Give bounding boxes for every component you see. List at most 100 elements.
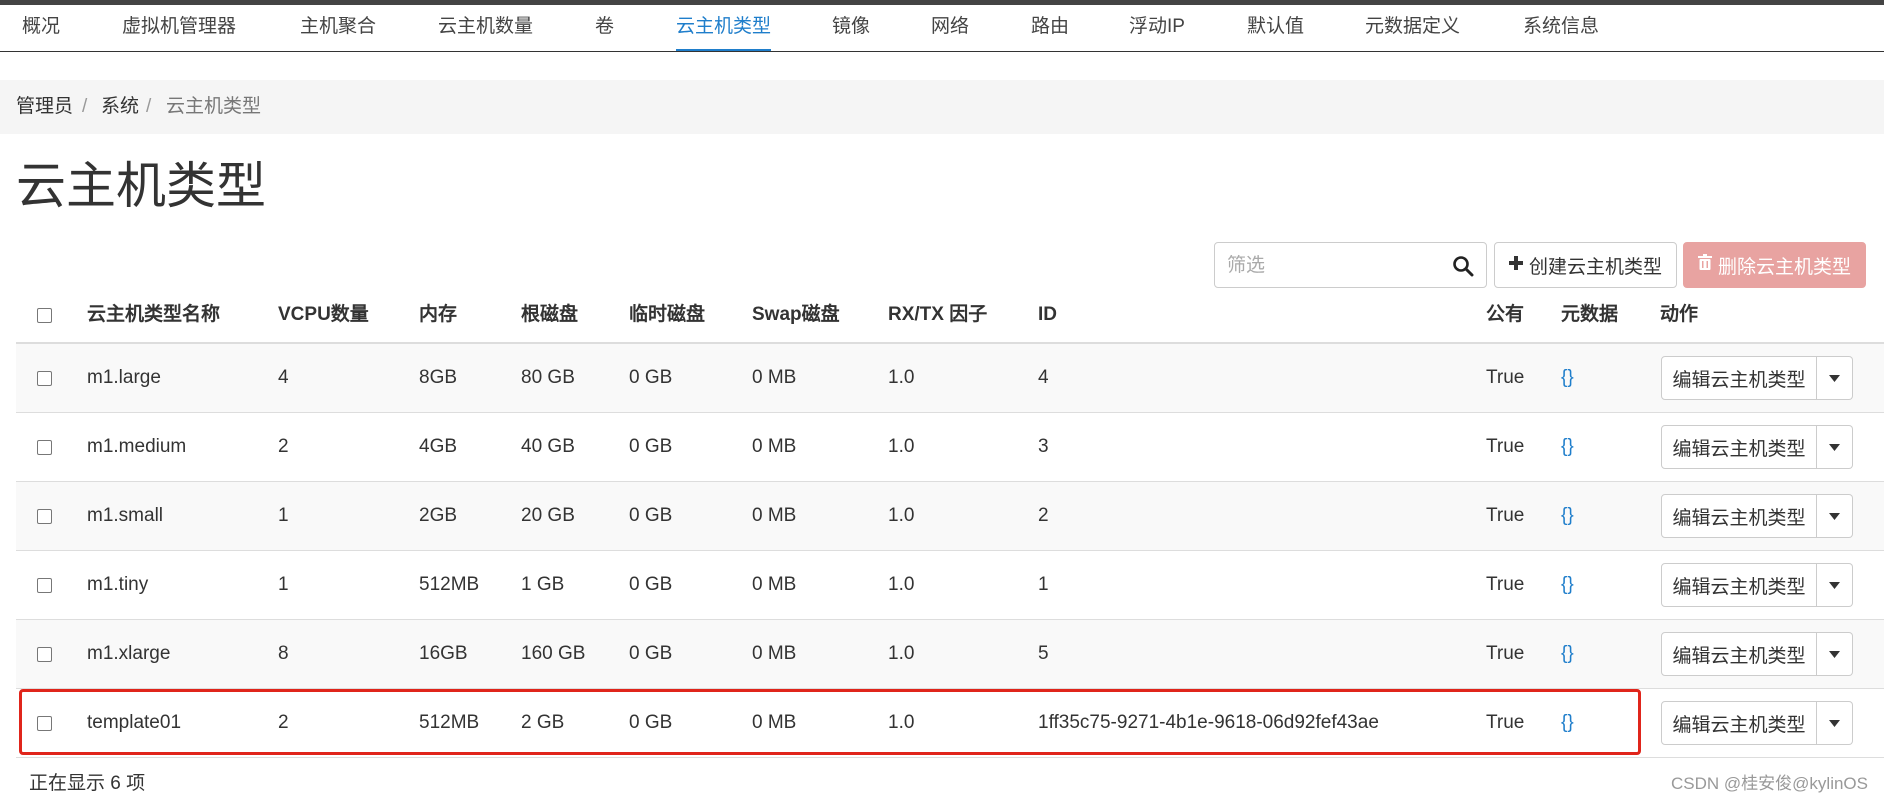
flavor-ram: 2GB [419,505,458,526]
flavor-rxtx: 1.0 [888,643,915,664]
table-row: m1.medium 2 4GB 40 GB 0 GB 0 MB 1.0 3 Tr… [16,413,1884,482]
flavor-ephemeral-disk: 0 GB [629,643,673,664]
admin-nav-tabs: 概况 虚拟机管理器 主机聚合 云主机数量 卷 云主机类型 镜像 网络 路由 浮动… [0,5,1884,52]
col-header-swap-disk[interactable]: Swap磁盘 [752,296,840,334]
tab-volumes[interactable]: 卷 [595,5,614,51]
delete-flavors-button[interactable]: 删除云主机类型 [1683,242,1866,288]
row-actions-dropdown[interactable] [1817,425,1853,469]
row-checkbox[interactable] [37,509,52,524]
tab-instances[interactable]: 云主机数量 [438,5,533,51]
select-all-checkbox[interactable] [37,308,52,323]
search-icon[interactable] [1452,255,1474,277]
create-flavor-button[interactable]: 创建云主机类型 [1494,242,1677,288]
breadcrumb-system[interactable]: 系统 [101,80,139,134]
flavor-rxtx: 1.0 [888,712,915,733]
edit-flavor-button[interactable]: 编辑云主机类型 [1661,632,1817,676]
flavor-name: m1.small [87,505,164,526]
flavor-ram: 512MB [419,712,480,733]
flavor-vcpus: 1 [278,505,289,526]
col-header-name[interactable]: 云主机类型名称 [87,296,220,334]
flavor-metadata-link[interactable]: {} [1561,482,1574,550]
flavor-metadata-link[interactable]: {} [1561,689,1574,757]
flavor-id: 3 [1038,436,1049,457]
flavor-ephemeral-disk: 0 GB [629,436,673,457]
row-checkbox[interactable] [37,647,52,662]
flavor-swap-disk: 0 MB [752,436,797,457]
row-actions-dropdown[interactable] [1817,563,1853,607]
flavor-id: 1ff35c75-9271-4b1e-9618-06d92fef43ae [1038,712,1379,733]
tab-host-aggregates[interactable]: 主机聚合 [300,5,376,51]
col-header-ram[interactable]: 内存 [419,296,457,334]
flavor-root-disk: 20 GB [521,505,575,526]
row-actions-dropdown[interactable] [1817,356,1853,400]
flavor-metadata-link[interactable]: {} [1561,344,1574,412]
col-header-vcpus[interactable]: VCPU数量 [278,296,369,334]
breadcrumb-current: 云主机类型 [166,96,262,117]
table-row: template01 2 512MB 2 GB 0 GB 0 MB 1.0 1f… [16,689,1884,758]
edit-flavor-button[interactable]: 编辑云主机类型 [1661,356,1817,400]
plus-icon [1508,254,1523,276]
flavor-metadata-link[interactable]: {} [1561,551,1574,619]
tab-metadata-definitions[interactable]: 元数据定义 [1365,5,1460,51]
flavor-metadata-link[interactable]: {} [1561,413,1574,481]
flavor-public: True [1486,436,1525,457]
tab-networks[interactable]: 网络 [931,5,969,51]
flavor-rxtx: 1.0 [888,436,915,457]
edit-flavor-button[interactable]: 编辑云主机类型 [1661,701,1817,745]
tab-floating-ips[interactable]: 浮动IP [1129,5,1185,51]
flavor-name: m1.medium [87,436,187,457]
tab-system-info[interactable]: 系统信息 [1523,5,1599,51]
tab-images[interactable]: 镜像 [832,5,870,51]
caret-down-icon [1829,444,1840,451]
row-checkbox[interactable] [37,716,52,731]
page-title: 云主机类型 [16,158,266,214]
flavor-public: True [1486,643,1525,664]
tab-overview[interactable]: 概况 [22,5,60,51]
row-actions-dropdown[interactable] [1817,632,1853,676]
row-checkbox[interactable] [37,371,52,386]
flavor-public: True [1486,505,1525,526]
col-header-id[interactable]: ID [1038,296,1057,334]
flavor-ephemeral-disk: 0 GB [629,367,673,388]
row-actions-dropdown[interactable] [1817,494,1853,538]
flavor-swap-disk: 0 MB [752,643,797,664]
flavor-ram: 8GB [419,367,458,388]
tab-hypervisors[interactable]: 虚拟机管理器 [122,5,236,51]
flavor-rxtx: 1.0 [888,574,915,595]
col-header-rxtx[interactable]: RX/TX 因子 [888,296,987,334]
row-checkbox[interactable] [37,440,52,455]
flavor-ephemeral-disk: 0 GB [629,574,673,595]
edit-flavor-button[interactable]: 编辑云主机类型 [1661,494,1817,538]
edit-flavor-button[interactable]: 编辑云主机类型 [1661,425,1817,469]
flavor-ram: 4GB [419,436,458,457]
flavor-id: 5 [1038,643,1049,664]
flavor-metadata-link[interactable]: {} [1561,620,1574,688]
row-checkbox[interactable] [37,578,52,593]
trash-icon [1697,254,1712,276]
caret-down-icon [1829,375,1840,382]
flavor-vcpus: 4 [278,367,289,388]
flavor-ephemeral-disk: 0 GB [629,505,673,526]
col-header-root-disk[interactable]: 根磁盘 [521,296,578,334]
flavor-root-disk: 1 GB [521,574,565,595]
flavor-public: True [1486,712,1525,733]
flavor-name: template01 [87,712,182,733]
col-header-ephemeral-disk[interactable]: 临时磁盘 [629,296,705,334]
col-header-public[interactable]: 公有 [1486,296,1524,334]
edit-flavor-button[interactable]: 编辑云主机类型 [1661,563,1817,607]
delete-flavors-label: 删除云主机类型 [1717,256,1851,278]
flavor-ephemeral-disk: 0 GB [629,712,673,733]
flavor-swap-disk: 0 MB [752,574,797,595]
flavor-swap-disk: 0 MB [752,712,797,733]
flavor-name: m1.tiny [87,574,149,595]
breadcrumb-admin[interactable]: 管理员 [16,80,73,134]
filter-input[interactable] [1225,251,1444,281]
flavor-root-disk: 40 GB [521,436,575,457]
tab-flavors[interactable]: 云主机类型 [676,5,772,51]
breadcrumb-separator: / [82,96,88,117]
flavor-public: True [1486,574,1525,595]
tab-defaults[interactable]: 默认值 [1247,5,1304,51]
flavor-vcpus: 2 [278,712,289,733]
row-actions-dropdown[interactable] [1817,701,1853,745]
tab-routers[interactable]: 路由 [1031,5,1069,51]
